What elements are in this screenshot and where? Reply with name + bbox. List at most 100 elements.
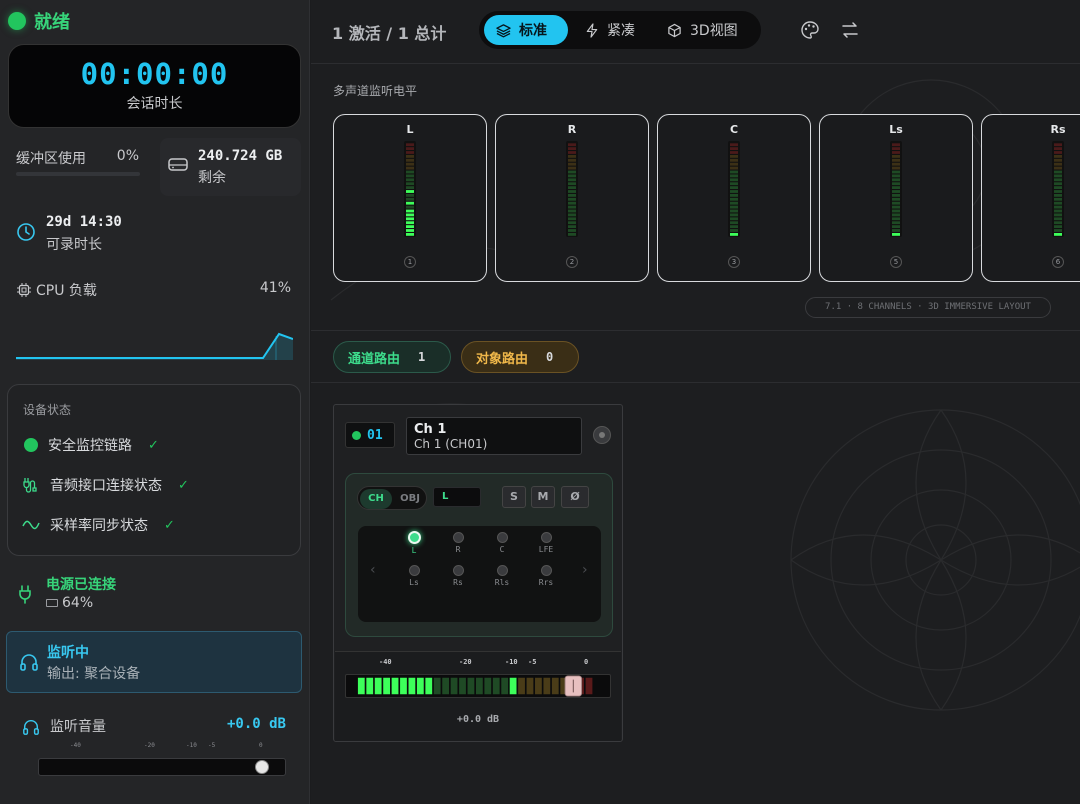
meter-segment (568, 201, 576, 205)
meter-segment (406, 233, 414, 236)
cpu-label: CPU 负载 (36, 283, 97, 299)
fader-meter-segment (459, 677, 466, 695)
tab-label: 标准 (519, 23, 547, 39)
meter-segment (568, 182, 576, 186)
meter-segment (568, 174, 576, 178)
meter-segment (406, 178, 414, 182)
fader-meter-segment (433, 677, 441, 695)
tab-standard[interactable]: 标准 (484, 15, 568, 45)
meter-channel-name: C (729, 123, 739, 136)
speaker-node-Rs[interactable]: Rs (438, 565, 478, 587)
check-icon: ✓ (164, 517, 175, 533)
fader-meter-segment (543, 677, 551, 695)
channel-meters-row: L 1 R 2 C 3 Ls 5 Rs 6 (333, 114, 1080, 282)
tab-3d-view[interactable]: 3D视图 (655, 15, 755, 45)
mode-obj-button[interactable]: OBJ (394, 489, 426, 509)
meter-segment (730, 217, 738, 221)
meter-segment (892, 217, 900, 221)
phase-invert-button[interactable]: Ø (561, 486, 589, 508)
monitor-title: 监听中 (47, 645, 89, 661)
status-dot-icon (24, 438, 38, 452)
meter-segment (892, 233, 900, 236)
device-item-monitor-link: 安全监控链路 ✓ (22, 435, 159, 455)
volume-slider[interactable] (38, 758, 286, 776)
mute-button[interactable]: M (531, 486, 555, 508)
meter-segment (406, 209, 414, 213)
meter-segment (892, 178, 900, 182)
swap-icon[interactable] (840, 20, 860, 40)
fader-meter-segment (391, 677, 399, 695)
meter-segment (730, 205, 738, 209)
meter-segment (406, 174, 414, 178)
meter-segment (730, 182, 738, 186)
meter-card-Ls[interactable]: Ls 5 (819, 114, 973, 282)
meter-segment (568, 217, 576, 221)
solo-button[interactable]: S (502, 486, 526, 508)
meter-segment (568, 158, 576, 162)
panner-panel: CH OBJ L S M Ø ‹ › L R C LFE Ls Rs Rls R… (345, 473, 613, 637)
status-indicator: 就绪 (8, 8, 70, 34)
meter-channel-name: L (406, 123, 414, 136)
object-routing-tab[interactable]: 对象路由 0 (461, 341, 579, 373)
speaker-node-Ls[interactable]: Ls (394, 565, 434, 587)
meter-segment (892, 174, 900, 178)
fader-meter-segment (442, 677, 450, 695)
speaker-node-R[interactable]: R (438, 532, 478, 554)
volume-slider-handle[interactable] (255, 760, 269, 774)
meter-card-Rs[interactable]: Rs 6 (981, 114, 1080, 282)
speaker-pan-grid: ‹ › L R C LFE Ls Rs Rls Rrs (358, 526, 601, 622)
speaker-node-C[interactable]: C (482, 532, 522, 554)
tab-compact[interactable]: 紧凑 (573, 15, 651, 45)
meter-segment (730, 194, 738, 197)
palette-icon[interactable] (800, 20, 820, 40)
strip-name-field[interactable]: Ch 1 Ch 1 (CH01) (406, 417, 582, 455)
mode-ch-button[interactable]: CH (360, 489, 392, 509)
meter-segment (1054, 233, 1062, 236)
output-channel-select[interactable]: L (433, 487, 481, 507)
meter-segment (730, 178, 738, 182)
layout-badge: 7.1 · 8 CHANNELS · 3D IMMERSIVE LAYOUT (805, 297, 1051, 318)
active-dot-icon (352, 430, 361, 440)
meter-card-L[interactable]: L 1 (333, 114, 487, 282)
fader-meter-segment (585, 677, 593, 695)
monitor-output-card[interactable]: 监听中 输出: 聚合设备 (6, 631, 302, 693)
meter-segment (892, 197, 900, 201)
fader-scale: -40 -20 -10 -5 0 (345, 658, 615, 668)
meter-segment (1054, 155, 1062, 158)
fader-meter-segment (374, 677, 382, 695)
meter-segment (1054, 197, 1062, 201)
chevron-right-icon[interactable]: › (582, 562, 588, 578)
speaker-node-LFE[interactable]: LFE (526, 532, 566, 554)
meter-segment (892, 182, 900, 186)
status-dot-icon (8, 12, 26, 30)
meter-channel-number: 3 (728, 256, 740, 268)
gain-fader-slider[interactable] (345, 674, 611, 698)
volume-label: 监听音量 (50, 719, 106, 735)
check-icon: ✓ (178, 477, 189, 493)
meter-card-R[interactable]: R 2 (495, 114, 649, 282)
speaker-node-Rls[interactable]: Rls (482, 565, 522, 587)
meter-segment (1054, 201, 1062, 205)
volume-scale-tick: -40 (70, 742, 81, 749)
speaker-node-Rrs[interactable]: Rrs (526, 565, 566, 587)
record-arm-button[interactable] (593, 426, 611, 444)
level-meter (728, 141, 740, 237)
meter-segment (730, 221, 738, 225)
meter-card-C[interactable]: C 3 (657, 114, 811, 282)
speaker-node-L[interactable]: L (394, 531, 434, 555)
buffer-usage-card: 缓冲区使用 0% (8, 138, 153, 194)
channel-routing-tab[interactable]: 通道路由 1 (333, 341, 451, 373)
meter-segment (892, 221, 900, 225)
cpu-load-card: CPU 负载 41% (8, 270, 301, 374)
fader-meter-segment (425, 677, 433, 695)
fader-meter-segment (366, 677, 374, 695)
chevron-left-icon[interactable]: ‹ (370, 562, 376, 578)
buffer-percent: 0% (116, 148, 139, 164)
meter-segment (406, 166, 414, 170)
speaker-label: C (499, 545, 505, 554)
strip-id-badge[interactable]: 01 (345, 422, 395, 448)
meter-segment (1054, 217, 1062, 221)
volume-scale-tick: -10 (186, 742, 197, 749)
strip-subname: Ch 1 (CH01) (414, 437, 488, 451)
meter-segment (1054, 213, 1062, 217)
